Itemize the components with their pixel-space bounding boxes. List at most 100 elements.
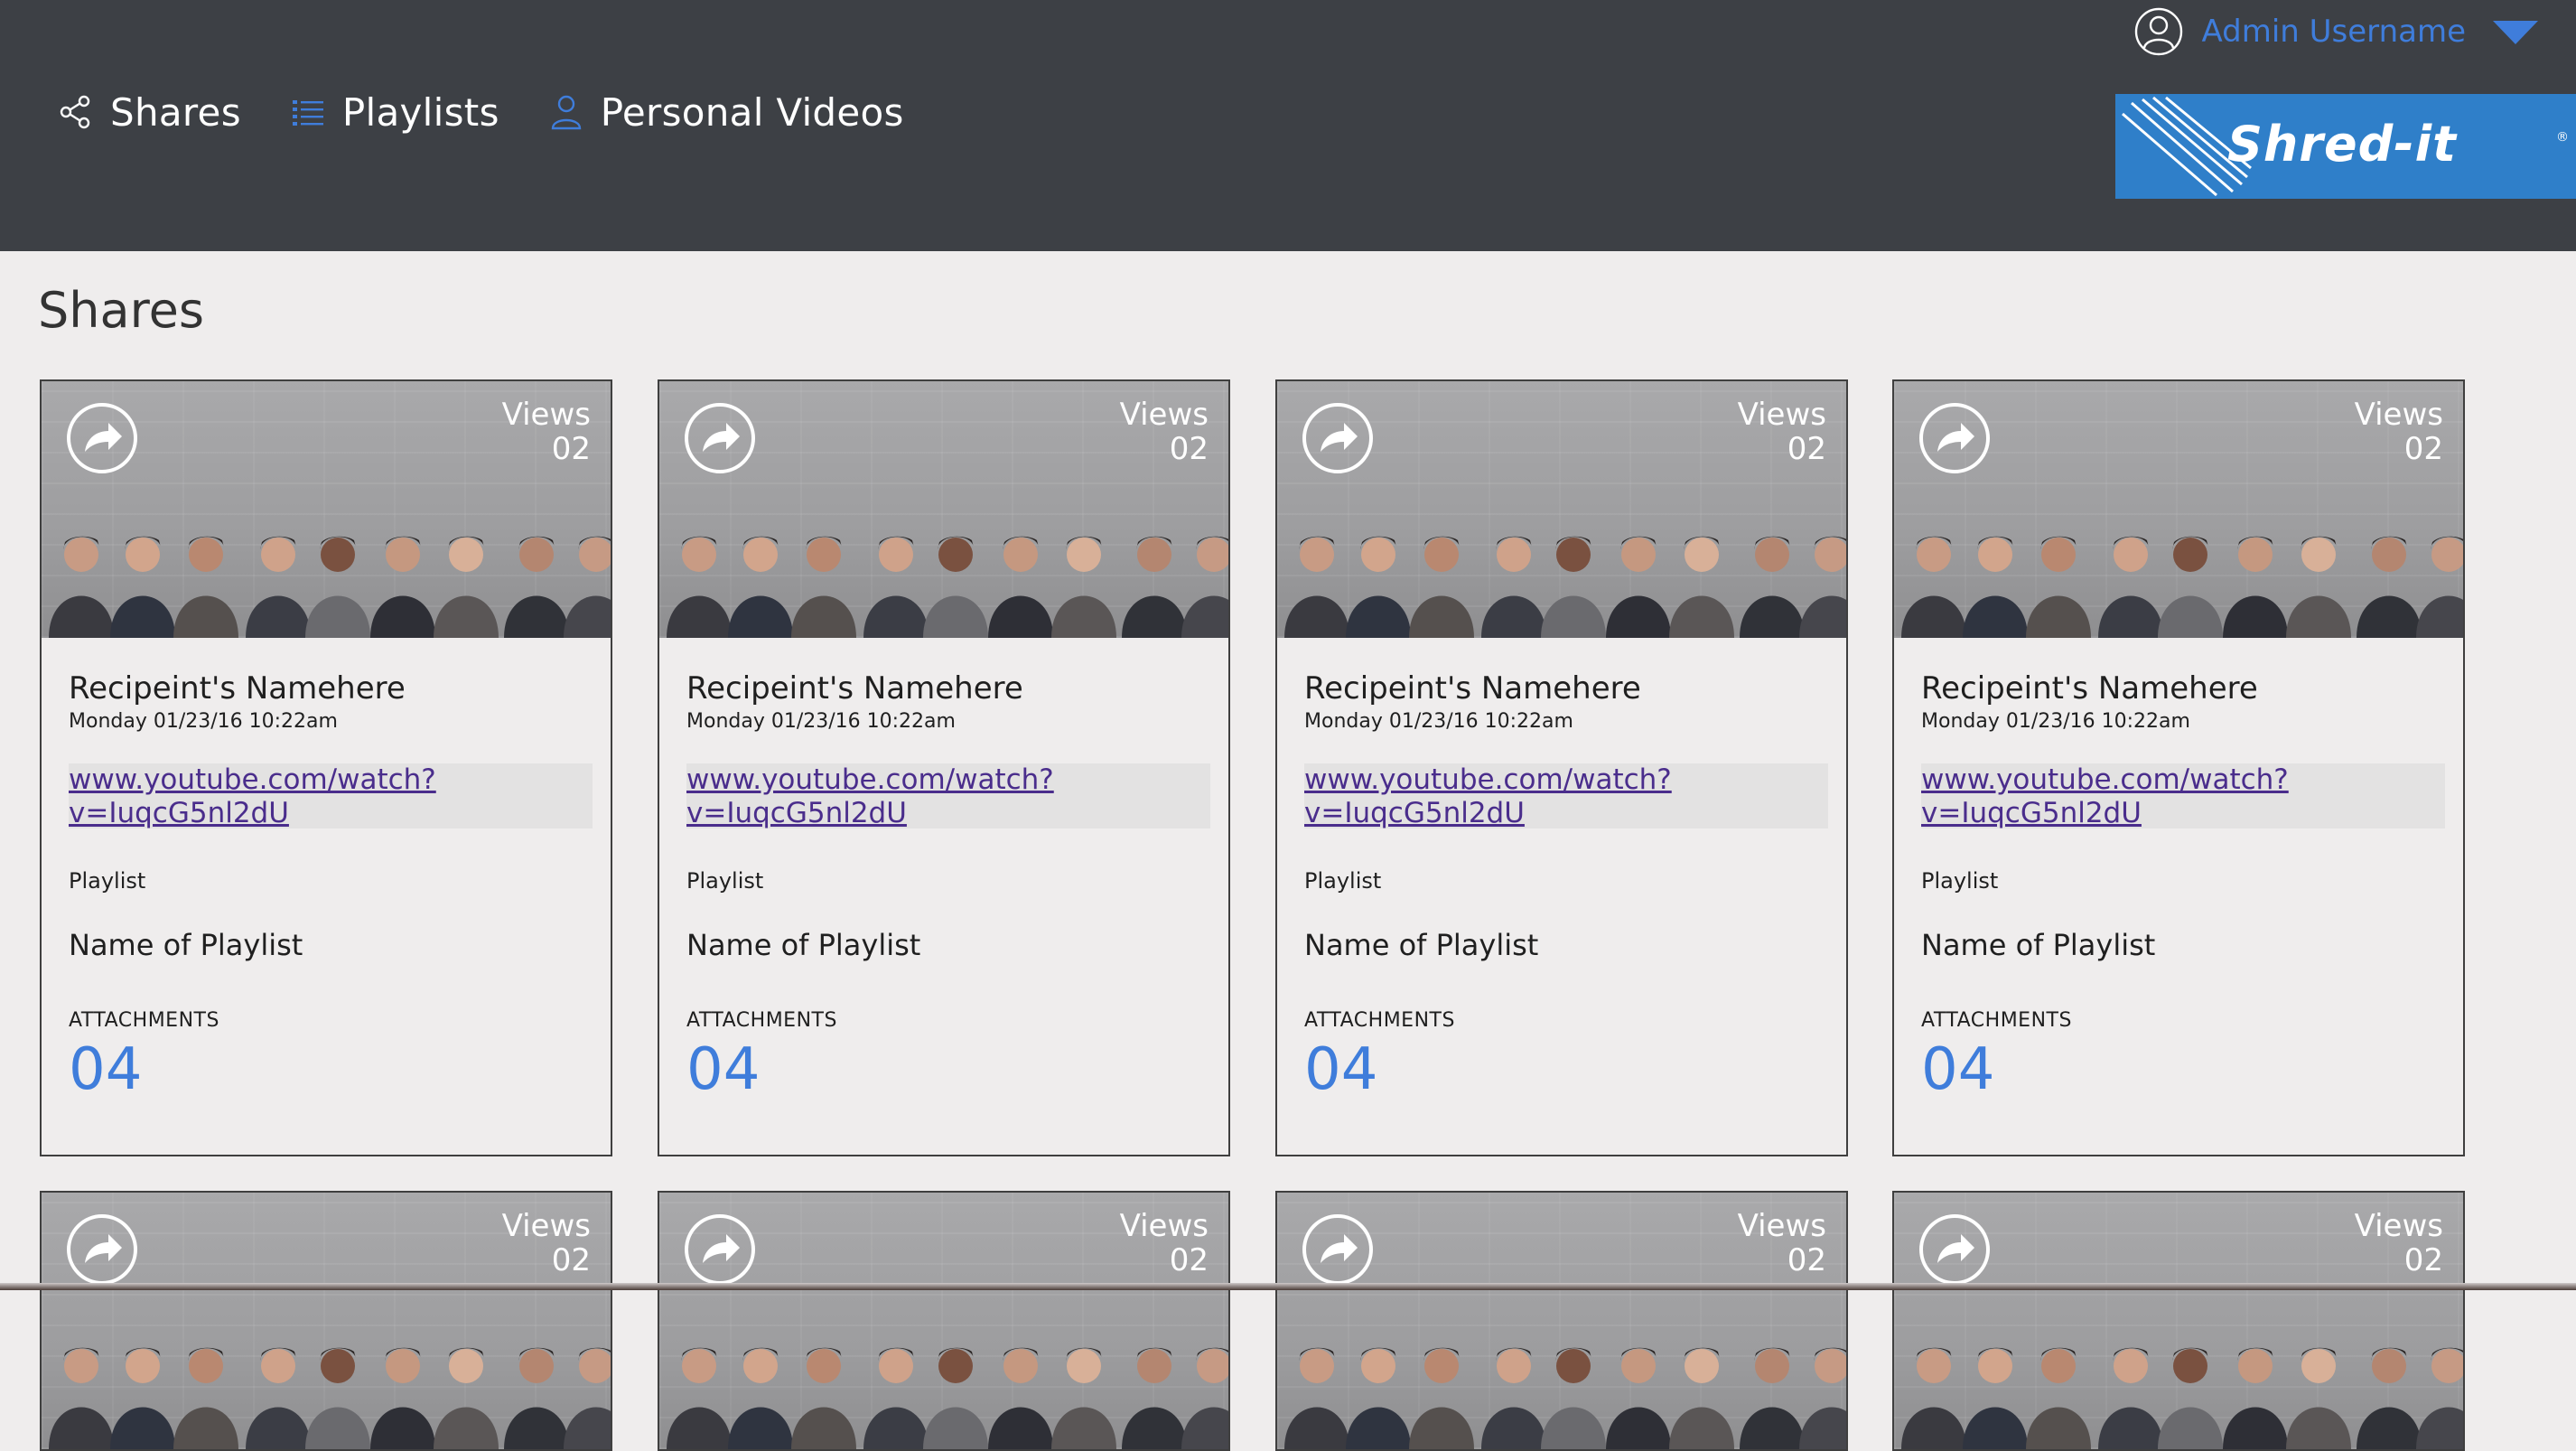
user-name[interactable]: Admin Username	[2202, 14, 2467, 50]
share-card[interactable]: Views 02	[40, 1191, 612, 1451]
attachments-label: ATTACHMENTS	[1921, 1009, 2072, 1032]
share-arrow-icon[interactable]	[65, 1212, 139, 1287]
list-icon	[290, 94, 326, 130]
views-counter: Views 02	[1738, 398, 1826, 466]
video-thumbnail[interactable]: Views 02	[1277, 1193, 1846, 1449]
video-thumbnail[interactable]: Views 02	[659, 381, 1228, 638]
views-counter: Views 02	[2355, 1209, 2443, 1278]
share-arrow-icon[interactable]	[683, 1212, 757, 1287]
video-link-box: www.youtube.com/watch? v=IuqcG5nl2dU	[69, 763, 593, 830]
video-thumbnail[interactable]: Views 02	[1894, 381, 2463, 638]
attachments-label: ATTACHMENTS	[1304, 1009, 1455, 1032]
video-link-line1[interactable]: www.youtube.com/watch?	[69, 763, 436, 796]
card-body: Recipeint's Namehere Monday 01/23/16 10:…	[659, 638, 1228, 1155]
share-card[interactable]: Views 02 Recipeint's Namehere Monday 01/…	[658, 379, 1230, 1156]
video-thumbnail[interactable]: Views 02	[42, 381, 611, 638]
user-menu[interactable]: Admin Username	[2133, 0, 2541, 63]
top-navigation-bar: Shares Playlists Personal Videos Admin U…	[0, 0, 2576, 251]
nav-item-shares[interactable]: Shares	[58, 90, 241, 135]
video-thumbnail[interactable]: Views 02	[1894, 1193, 2463, 1449]
views-label: Views	[1737, 397, 1826, 433]
views-count: 02	[2403, 431, 2443, 467]
views-counter: Views 02	[502, 1209, 591, 1278]
video-link-line1[interactable]: www.youtube.com/watch?	[1921, 763, 2289, 796]
share-card[interactable]: Views 02	[1275, 1191, 1848, 1451]
views-count: 02	[2403, 1242, 2443, 1278]
video-link[interactable]: www.youtube.com/watch? v=IuqcG5nl2dU	[686, 763, 1138, 830]
views-count: 02	[1787, 1242, 1826, 1278]
recipient-name: Recipeint's Namehere	[1921, 670, 2258, 707]
share-card[interactable]: Views 02	[1892, 1191, 2465, 1451]
share-date: Monday 01/23/16 10:22am	[69, 710, 338, 733]
views-label: Views	[501, 397, 591, 433]
share-date: Monday 01/23/16 10:22am	[686, 710, 956, 733]
views-count: 02	[1169, 431, 1209, 467]
share-card[interactable]: Views 02 Recipeint's Namehere Monday 01/…	[1892, 379, 2465, 1156]
share-date: Monday 01/23/16 10:22am	[1921, 710, 2190, 733]
video-link-line2[interactable]: v=IuqcG5nl2dU	[1921, 797, 2142, 829]
attachments-label: ATTACHMENTS	[69, 1009, 219, 1032]
video-thumbnail[interactable]: Views 02	[659, 1193, 1228, 1449]
attachments-label: ATTACHMENTS	[686, 1009, 837, 1032]
video-link-line2[interactable]: v=IuqcG5nl2dU	[1304, 797, 1525, 829]
views-label: Views	[2354, 1208, 2443, 1244]
views-count: 02	[551, 1242, 591, 1278]
nav-label-playlists: Playlists	[341, 89, 499, 135]
attachments-count[interactable]: 04	[686, 1041, 1210, 1099]
views-label: Views	[2354, 397, 2443, 433]
views-count: 02	[1169, 1242, 1209, 1278]
share-card[interactable]: Views 02 Recipeint's Namehere Monday 01/…	[1275, 379, 1848, 1156]
nav-item-playlists[interactable]: Playlists	[290, 90, 499, 135]
attachments-count[interactable]: 04	[69, 1041, 593, 1099]
share-arrow-icon[interactable]	[683, 401, 757, 475]
share-arrow-icon[interactable]	[1918, 1212, 1992, 1287]
playlist-name[interactable]: Name of Playlist	[69, 928, 593, 962]
views-label: Views	[1119, 1208, 1209, 1244]
video-link-line2[interactable]: v=IuqcG5nl2dU	[69, 797, 289, 829]
recipient-name: Recipeint's Namehere	[69, 670, 406, 707]
playlist-label: Playlist	[69, 868, 146, 894]
logo-registered-mark: ®	[2556, 130, 2569, 145]
logo-text: Shred-it	[2227, 116, 2457, 173]
views-counter: Views 02	[502, 398, 591, 466]
video-link-box: www.youtube.com/watch? v=IuqcG5nl2dU	[1921, 763, 2445, 830]
views-label: Views	[1737, 1208, 1826, 1244]
share-arrow-icon[interactable]	[1301, 401, 1375, 475]
video-link-line1[interactable]: www.youtube.com/watch?	[686, 763, 1054, 796]
nav-item-personal-videos[interactable]: Personal Videos	[548, 90, 904, 135]
video-link[interactable]: www.youtube.com/watch? v=IuqcG5nl2dU	[1304, 763, 1756, 830]
share-icon	[58, 94, 94, 130]
attachments-count[interactable]: 04	[1304, 1041, 1828, 1099]
views-counter: Views 02	[1120, 1209, 1209, 1278]
nav-label-personal-videos: Personal Videos	[600, 89, 904, 135]
views-count: 02	[1787, 431, 1826, 467]
video-thumbnail[interactable]: Views 02	[42, 1193, 611, 1449]
share-arrow-icon[interactable]	[1918, 401, 1992, 475]
chevron-down-icon[interactable]	[2491, 17, 2540, 46]
video-link-line1[interactable]: www.youtube.com/watch?	[1304, 763, 1672, 796]
video-link-line2[interactable]: v=IuqcG5nl2dU	[686, 797, 907, 829]
share-card[interactable]: Views 02	[658, 1191, 1230, 1451]
playlist-label: Playlist	[1921, 868, 1999, 894]
playlist-name[interactable]: Name of Playlist	[686, 928, 1210, 962]
main-nav: Shares Playlists Personal Videos	[58, 87, 953, 137]
share-arrow-icon[interactable]	[65, 401, 139, 475]
views-label: Views	[501, 1208, 591, 1244]
attachments-count[interactable]: 04	[1921, 1041, 2445, 1099]
video-link[interactable]: www.youtube.com/watch? v=IuqcG5nl2dU	[1921, 763, 2373, 830]
playlist-label: Playlist	[686, 868, 764, 894]
views-counter: Views 02	[1120, 398, 1209, 466]
playlist-name[interactable]: Name of Playlist	[1921, 928, 2445, 962]
recipient-name: Recipeint's Namehere	[1304, 670, 1641, 707]
video-link[interactable]: www.youtube.com/watch? v=IuqcG5nl2dU	[69, 763, 520, 830]
card-body: Recipeint's Namehere Monday 01/23/16 10:…	[42, 638, 611, 1155]
playlist-name[interactable]: Name of Playlist	[1304, 928, 1828, 962]
views-counter: Views 02	[2355, 398, 2443, 466]
page-title: Shares	[38, 282, 204, 339]
video-thumbnail[interactable]: Views 02	[1277, 381, 1846, 638]
share-card[interactable]: Views 02 Recipeint's Namehere Monday 01/…	[40, 379, 612, 1156]
share-arrow-icon[interactable]	[1301, 1212, 1375, 1287]
recipient-name: Recipeint's Namehere	[686, 670, 1023, 707]
share-date: Monday 01/23/16 10:22am	[1304, 710, 1573, 733]
views-label: Views	[1119, 397, 1209, 433]
